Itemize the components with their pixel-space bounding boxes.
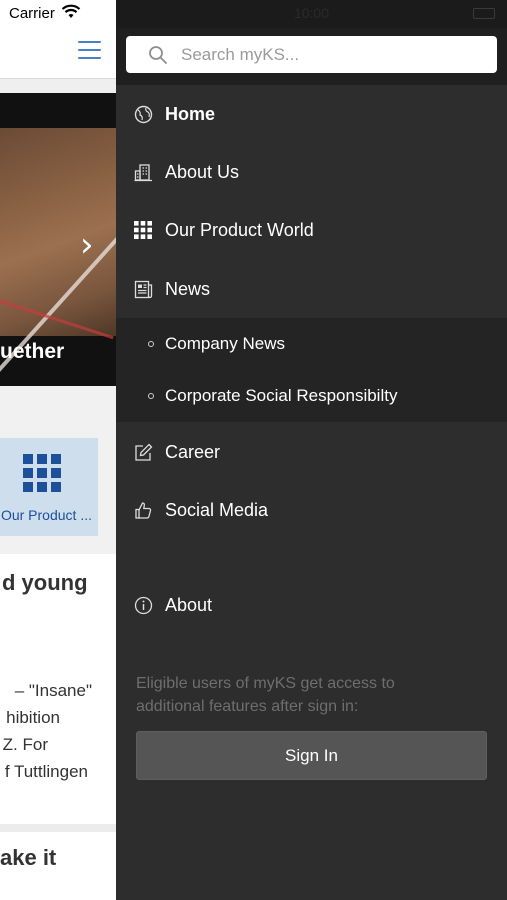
nav-sublabel: Company News (165, 334, 285, 353)
news-submenu: Company News Corporate Social Responsibi… (116, 318, 507, 422)
hamburger-menu-icon[interactable] (78, 41, 101, 59)
nav-label: News (165, 278, 211, 299)
hero-slider[interactable]: › uether (0, 93, 116, 386)
bullet-icon (148, 393, 154, 399)
info-icon (133, 595, 153, 615)
nav-item-social-media[interactable]: Social Media (116, 481, 507, 539)
nav-label: Home (165, 103, 216, 124)
tile-label: Our Product ... (0, 507, 92, 523)
nav-sublabel: Corporate Social Responsibilty (165, 386, 398, 405)
article-line: hibition (6, 708, 60, 727)
wifi-icon (61, 4, 81, 18)
status-time: 10:00 (293, 5, 330, 21)
thumbs-up-icon (133, 500, 153, 520)
article-line: f Tuttlingen (4, 762, 88, 781)
signin-info-text: Eligible users of myKS get access to add… (136, 675, 395, 715)
nav-item-news[interactable]: News (116, 260, 507, 318)
nav-item-career[interactable]: Career (116, 423, 507, 481)
building-icon (133, 162, 153, 182)
nav-subitem-company-news[interactable]: Company News (116, 318, 507, 370)
search-box[interactable] (126, 36, 497, 73)
nav-item-home[interactable]: Home (116, 85, 507, 143)
nav-label: About (165, 594, 213, 615)
nav-label: Career (165, 441, 221, 462)
carrier-label: Carrier (9, 5, 55, 22)
chevron-right-icon[interactable]: › (80, 228, 94, 262)
grid-icon (23, 454, 61, 492)
edit-icon (133, 442, 153, 462)
battery-icon (473, 8, 495, 19)
sign-in-button[interactable]: Sign In (136, 731, 487, 780)
newspaper-icon (133, 279, 153, 299)
next-article-heading: ake it (0, 845, 57, 870)
drawer-status-bar: 10:00 (116, 0, 507, 28)
product-world-tile[interactable]: Our Product ... (0, 438, 98, 536)
nav-label: Our Product World (165, 219, 314, 240)
nav-label: Social Media (165, 499, 269, 520)
search-icon (149, 46, 167, 64)
nav-subitem-corporate-social-responsibility[interactable]: Corporate Social Responsibilty (116, 370, 507, 422)
hero-image (0, 128, 116, 382)
search-bar (116, 28, 507, 85)
hero-caption: uether (0, 340, 65, 363)
nav-item-about-us[interactable]: About Us (116, 143, 507, 201)
search-input[interactable] (181, 36, 486, 73)
nav-item-our-product-world[interactable]: Our Product World (116, 201, 507, 259)
nav-item-about[interactable]: About (116, 576, 507, 634)
navigation-drawer: 10:00 Home About Us Our Product World (116, 0, 507, 900)
globe-icon (133, 104, 153, 124)
article-line: Z. For (2, 735, 48, 754)
grid-icon (133, 220, 153, 240)
article-line: – "Insane" (14, 681, 92, 700)
background-page: Carrier › uether Our Product ... d young… (0, 0, 116, 900)
nav-label: About Us (165, 161, 240, 182)
bullet-icon (148, 341, 154, 347)
article-heading: d young (2, 570, 88, 595)
